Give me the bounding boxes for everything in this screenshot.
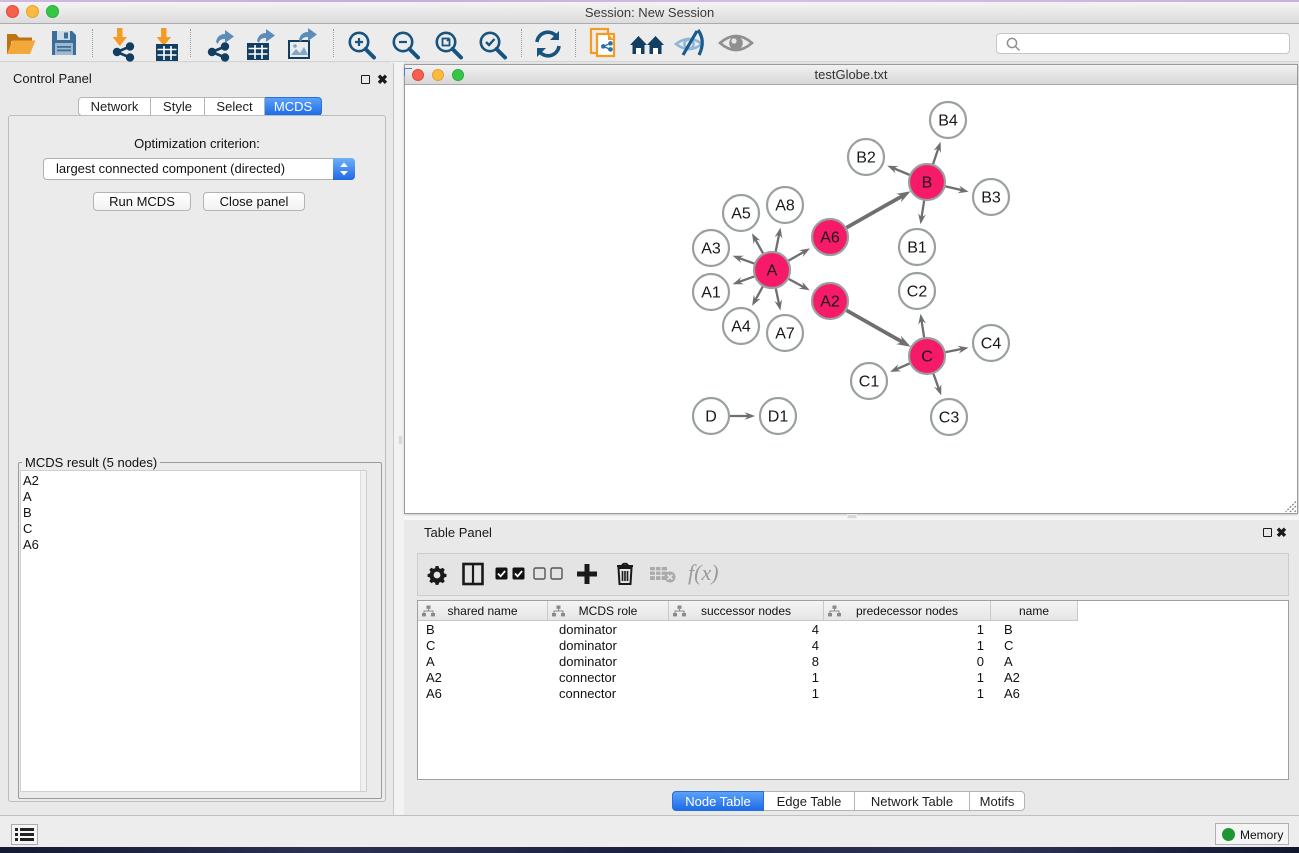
svg-text:C1: C1 bbox=[859, 374, 880, 391]
svg-text:A: A bbox=[767, 263, 778, 280]
svg-text:A5: A5 bbox=[731, 206, 751, 223]
svg-text:C2: C2 bbox=[907, 284, 928, 301]
svg-text:A1: A1 bbox=[701, 285, 721, 302]
svg-text:B1: B1 bbox=[907, 240, 927, 257]
svg-text:C: C bbox=[921, 349, 933, 366]
svg-text:C3: C3 bbox=[939, 410, 960, 427]
svg-text:D: D bbox=[705, 409, 717, 426]
svg-text:C4: C4 bbox=[981, 336, 1002, 353]
svg-text:B2: B2 bbox=[856, 150, 876, 167]
svg-text:A2: A2 bbox=[820, 294, 840, 311]
svg-text:A3: A3 bbox=[701, 241, 721, 258]
svg-text:B4: B4 bbox=[938, 113, 958, 130]
svg-text:B3: B3 bbox=[981, 190, 1001, 207]
svg-text:A4: A4 bbox=[731, 319, 751, 336]
svg-text:A7: A7 bbox=[775, 326, 795, 343]
svg-text:D1: D1 bbox=[768, 409, 789, 426]
svg-text:A6: A6 bbox=[820, 230, 840, 247]
svg-text:B: B bbox=[922, 175, 933, 192]
svg-text:A8: A8 bbox=[775, 198, 795, 215]
